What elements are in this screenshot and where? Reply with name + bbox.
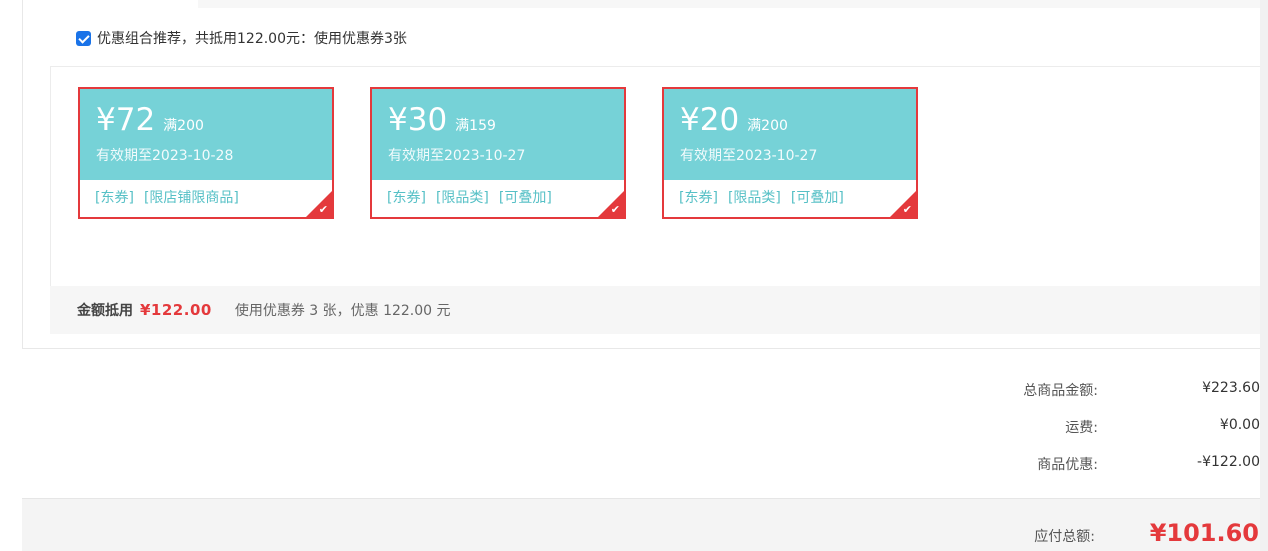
fee-label: 总商品金额:	[1023, 383, 1098, 399]
coupon-condition: 满200	[747, 118, 788, 134]
coupon-header: ¥20 满200 有效期至2023-10-27	[664, 89, 916, 180]
checkmark-icon: ✔	[610, 203, 620, 216]
coupon-card[interactable]: ¥30 满159 有效期至2023-10-27 [东券] [限品类] [可叠加]…	[370, 87, 626, 219]
discount-summary: 金额抵用 ¥122.00 使用优惠券 3 张，优惠 122.00 元	[50, 286, 1260, 334]
payable-total-bar: 应付总额: ¥101.60	[22, 498, 1268, 551]
coupon-tag: [可叠加]	[790, 190, 844, 206]
checkmark-icon: ✔	[318, 203, 328, 216]
coupon-card[interactable]: ¥20 满200 有效期至2023-10-27 [东券] [限品类] [可叠加]…	[662, 87, 918, 219]
coupon-amount: ¥72	[96, 102, 156, 138]
coupon-tags: [东券] [限品类] [可叠加]	[372, 180, 624, 207]
coupon-condition: 满200	[163, 118, 204, 134]
recommend-combo[interactable]: 优惠组合推荐，共抵用122.00元：使用优惠券3张	[76, 27, 407, 49]
coupon-tag: [限品类]	[435, 190, 489, 206]
coupon-header: ¥72 满200 有效期至2023-10-28	[80, 89, 332, 180]
fee-value: -¥122.00	[1197, 454, 1260, 470]
summary-label: 金额抵用	[77, 303, 133, 319]
coupon-tag: [东券]	[679, 190, 718, 206]
summary-amount: ¥122.00	[140, 301, 212, 319]
fee-label: 商品优惠:	[1037, 457, 1098, 473]
fee-row-shipping: 运费: ¥0.00	[860, 417, 1260, 437]
total-label: 应付总额:	[1034, 529, 1095, 545]
coupon-tags: [东券] [限品类] [可叠加]	[664, 180, 916, 207]
coupon-tag: [东券]	[387, 190, 426, 206]
coupon-card[interactable]: ¥72 满200 有效期至2023-10-28 [东券] [限店铺限商品] ✔	[78, 87, 334, 219]
checkbox-checked-icon[interactable]	[76, 30, 91, 46]
scrollbar-track[interactable]	[1260, 0, 1268, 551]
coupon-tag: [可叠加]	[498, 190, 552, 206]
fee-label: 运费:	[1065, 420, 1098, 436]
coupon-validity: 有效期至2023-10-27	[388, 148, 526, 164]
fee-row-goods-total: 总商品金额: ¥223.60	[860, 380, 1260, 400]
fee-value: ¥0.00	[1219, 417, 1260, 433]
coupon-validity: 有效期至2023-10-27	[680, 148, 818, 164]
coupon-tag: [东券]	[95, 190, 134, 206]
recommend-combo-label: 优惠组合推荐，共抵用122.00元：使用优惠券3张	[97, 31, 407, 47]
coupon-header: ¥30 满159 有效期至2023-10-27	[372, 89, 624, 180]
fee-value: ¥223.60	[1202, 380, 1260, 396]
summary-description: 使用优惠券 3 张，优惠 122.00 元	[234, 303, 451, 319]
total-amount: ¥101.60	[1149, 519, 1259, 547]
coupon-tags: [东券] [限店铺限商品]	[80, 180, 332, 207]
coupon-condition: 满159	[455, 118, 496, 134]
coupon-tag: [限店铺限商品]	[143, 190, 239, 206]
checkmark-icon: ✔	[902, 203, 912, 216]
coupon-validity: 有效期至2023-10-28	[96, 148, 234, 164]
coupon-amount: ¥20	[680, 102, 740, 138]
coupon-tag: [限品类]	[727, 190, 781, 206]
fee-row-discount: 商品优惠: -¥122.00	[860, 454, 1260, 474]
coupon-amount: ¥30	[388, 102, 448, 138]
top-strip	[198, 0, 1260, 8]
